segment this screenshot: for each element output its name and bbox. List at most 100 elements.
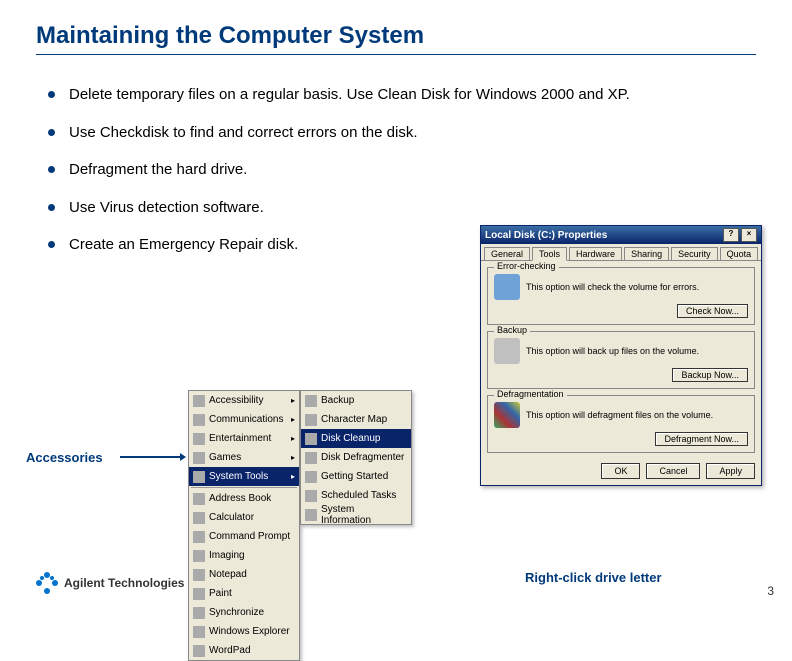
menu-item[interactable]: Getting Started: [301, 467, 411, 486]
menu-item[interactable]: Entertainment ▸: [189, 429, 299, 448]
bullet-item: Defragment the hard drive.: [48, 160, 648, 180]
menu-item[interactable]: Backup: [301, 391, 411, 410]
slide-title: Maintaining the Computer System: [0, 0, 792, 50]
menu-item[interactable]: Games▸: [189, 448, 299, 467]
dialog-tabs: GeneralToolsHardwareSharingSecurityQuota: [481, 244, 761, 261]
menu-item-label: Games: [209, 452, 241, 463]
program-icon: [193, 395, 205, 407]
menu-item[interactable]: Disk Cleanup: [301, 429, 411, 448]
menu-item[interactable]: Scheduled Tasks: [301, 486, 411, 505]
program-icon: [193, 531, 205, 543]
menu-item-label: Paint: [209, 588, 232, 599]
bullet-text: Defragment the hard drive.: [69, 160, 247, 180]
backup-icon: [494, 338, 520, 364]
apply-button[interactable]: Apply: [706, 463, 755, 479]
menu-item[interactable]: Paint: [189, 584, 299, 603]
menu-item-label: Character Map: [321, 414, 387, 425]
tab-general[interactable]: General: [484, 247, 530, 260]
dialog-button-row: OK Cancel Apply: [481, 457, 761, 485]
menu-item-label: Windows Explorer: [209, 626, 290, 637]
submenu-arrow-icon: ▸: [291, 415, 295, 424]
bullet-icon: [48, 129, 55, 136]
menu-item[interactable]: Command Prompt: [189, 527, 299, 546]
menu-item[interactable]: Notepad: [189, 565, 299, 584]
group-text: This option will check the volume for er…: [526, 282, 748, 292]
group-title: Backup: [494, 325, 530, 335]
disk-check-icon: [494, 274, 520, 300]
close-button[interactable]: ×: [741, 228, 757, 242]
bullet-icon: [48, 204, 55, 211]
tab-quota[interactable]: Quota: [720, 247, 759, 260]
program-icon: [193, 588, 205, 600]
tab-security[interactable]: Security: [671, 247, 718, 260]
bullet-text: Create an Emergency Repair disk.: [69, 235, 298, 255]
menu-item[interactable]: Windows Explorer: [189, 622, 299, 641]
backup-now-button[interactable]: Backup Now...: [672, 368, 748, 382]
program-icon: [193, 414, 205, 426]
program-icon: [305, 471, 317, 483]
menu-item[interactable]: Disk Defragmenter: [301, 448, 411, 467]
bullet-icon: [48, 241, 55, 248]
bullet-icon: [48, 166, 55, 173]
menu-item-label: WordPad: [209, 645, 251, 656]
menu-item[interactable]: Address Book: [189, 489, 299, 508]
defrag-group: Defragmentation This option will defragm…: [487, 395, 755, 453]
menu-item[interactable]: Communications ▸: [189, 410, 299, 429]
program-icon: [305, 509, 317, 521]
submenu-arrow-icon: ▸: [291, 396, 295, 405]
system-tools-submenu: Backup Character Map Disk Cleanup Disk Defr…: [300, 390, 412, 525]
bullet-text: Delete temporary files on a regular basi…: [69, 85, 630, 105]
check-now-button[interactable]: Check Now...: [677, 304, 748, 318]
program-icon: [193, 471, 205, 483]
bullet-text: Use Virus detection software.: [69, 198, 264, 218]
menu-item[interactable]: Character Map: [301, 410, 411, 429]
menu-item-label: Calculator: [209, 512, 254, 523]
menu-item-label: System Information: [321, 504, 407, 526]
group-title: Error-checking: [494, 261, 559, 271]
agilent-logo: Agilent Technologies: [36, 572, 184, 594]
properties-dialog: Local Disk (C:) Properties ? × GeneralTo…: [480, 225, 762, 486]
menu-item-label: Scheduled Tasks: [321, 490, 396, 501]
menu-item[interactable]: System Information: [301, 505, 411, 524]
menu-item-label: Notepad: [209, 569, 247, 580]
menu-item-label: Accessibility: [209, 395, 263, 406]
menu-item[interactable]: System Tools▸: [189, 467, 299, 486]
menu-item-label: Imaging: [209, 550, 245, 561]
defrag-icon: [494, 402, 520, 428]
menu-item[interactable]: Calculator: [189, 508, 299, 527]
accessories-menu: Accessibility▸Communications▸Entertainme…: [188, 390, 300, 661]
menu-item[interactable]: WordPad: [189, 641, 299, 660]
menu-item-label: Communications: [209, 414, 283, 425]
program-icon: [305, 433, 317, 445]
page-number: 3: [767, 584, 774, 598]
menu-item-label: Command Prompt: [209, 531, 290, 542]
bullet-text: Use Checkdisk to find and correct errors…: [69, 123, 418, 143]
defragment-now-button[interactable]: Defragment Now...: [655, 432, 748, 446]
group-text: This option will back up files on the vo…: [526, 346, 748, 356]
group-text: This option will defragment files on the…: [526, 410, 748, 420]
ok-button[interactable]: OK: [601, 463, 640, 479]
tab-tools[interactable]: Tools: [532, 247, 567, 261]
program-icon: [305, 490, 317, 502]
dialog-title: Local Disk (C:) Properties: [485, 230, 607, 241]
cancel-button[interactable]: Cancel: [646, 463, 700, 479]
program-icon: [193, 550, 205, 562]
menu-item-label: Entertainment: [209, 433, 271, 444]
menu-item-label: Getting Started: [321, 471, 388, 482]
menu-item-label: Synchronize: [209, 607, 264, 618]
menu-item[interactable]: Imaging: [189, 546, 299, 565]
submenu-arrow-icon: ▸: [291, 434, 295, 443]
menu-item-label: Backup: [321, 395, 354, 406]
menu-item-label: Disk Defragmenter: [321, 452, 404, 463]
menu-item[interactable]: Synchronize: [189, 603, 299, 622]
accessories-label: Accessories: [26, 450, 103, 465]
logo-text: Agilent Technologies: [64, 576, 184, 590]
tab-sharing[interactable]: Sharing: [624, 247, 669, 260]
menu-item[interactable]: Accessibility ▸: [189, 391, 299, 410]
help-button[interactable]: ?: [723, 228, 739, 242]
error-checking-group: Error-checking This option will check th…: [487, 267, 755, 325]
tab-hardware[interactable]: Hardware: [569, 247, 622, 260]
menu-item-label: Disk Cleanup: [321, 433, 380, 444]
program-icon: [193, 607, 205, 619]
logo-icon: [36, 572, 58, 594]
